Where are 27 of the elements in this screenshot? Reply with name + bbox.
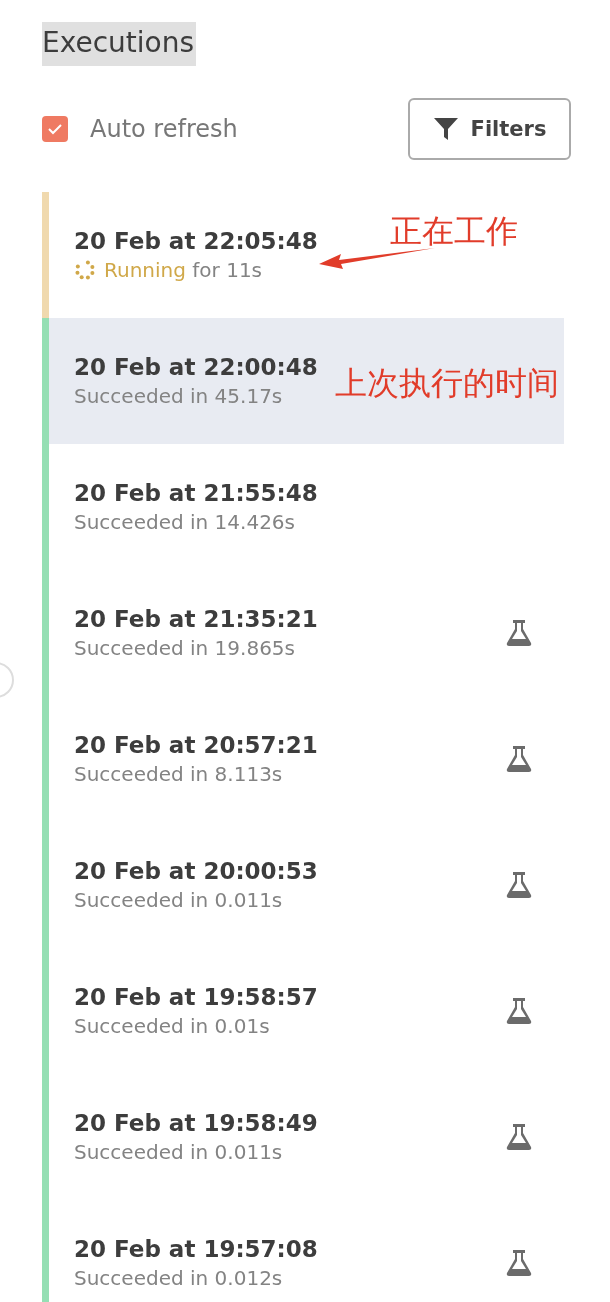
execution-time: 20 Feb at 20:00:53 (74, 858, 318, 884)
status-text: Succeeded in 14.426s (74, 510, 295, 534)
execution-time: 20 Feb at 22:05:48 (74, 228, 318, 254)
filter-icon (432, 116, 459, 142)
checkbox[interactable] (42, 116, 68, 142)
status-text: Succeeded in 0.011s (74, 888, 283, 912)
spinner-icon (74, 259, 96, 281)
annotation-text: 正在工作 (390, 211, 518, 252)
status-text: Succeeded in 8.113s (74, 762, 283, 786)
execution-time: 20 Feb at 21:35:21 (74, 606, 318, 632)
execution-time: 20 Feb at 19:58:57 (74, 984, 318, 1010)
execution-time: 20 Feb at 20:57:21 (74, 732, 318, 758)
execution-time: 20 Feb at 19:57:08 (74, 1236, 318, 1262)
annotation-text: 上次执行的时间 (335, 363, 559, 404)
execution-time: 20 Feb at 21:55:48 (74, 480, 318, 506)
page-title: Executions (42, 22, 196, 66)
status-text: Succeeded in 0.011s (74, 1140, 283, 1164)
status-text: Succeeded in 19.865s (74, 636, 295, 660)
filters-button[interactable]: Filters (408, 98, 571, 160)
execution-time: 20 Feb at 22:00:48 (74, 354, 318, 380)
execution-time: 20 Feb at 19:58:49 (74, 1110, 318, 1136)
status-text: Succeeded in 0.01s (74, 1014, 270, 1038)
status-text: Succeeded in 45.17s (74, 384, 283, 408)
status-text: Running for 11s (74, 258, 263, 282)
checkbox-label: Auto refresh (90, 115, 238, 143)
status-text: Succeeded in 0.012s (74, 1266, 283, 1290)
check-icon (47, 122, 63, 136)
